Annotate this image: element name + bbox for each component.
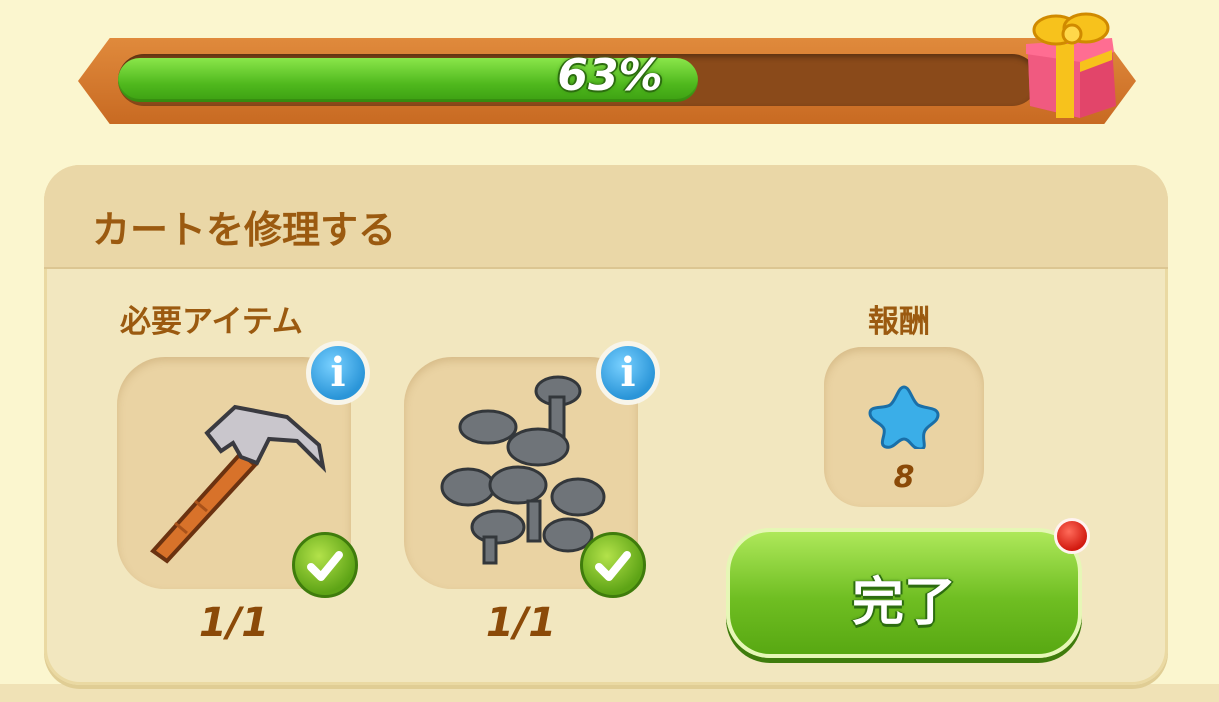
blue-star-icon [868,385,940,449]
notification-dot [1054,518,1090,554]
check-icon-screws [580,532,646,598]
bottom-strip [0,684,1219,702]
complete-button-label: 完了 [851,573,956,633]
item-count-screws: 1/1 [485,600,557,646]
required-items-label: 必要アイテム [120,304,303,340]
progress-percent: 63% [557,50,663,101]
check-icon-hammer [292,532,358,598]
info-button-hammer[interactable]: i [306,341,370,405]
panel-header: カートを修理する [44,165,1168,269]
reward-count: 8 [893,460,915,495]
panel-title: カートを修理する [92,208,397,252]
gift-box-icon[interactable] [1020,10,1120,120]
complete-button[interactable]: 完了 [726,528,1082,658]
info-button-screws[interactable]: i [596,341,660,405]
item-count-hammer: 1/1 [198,600,270,646]
reward-label: 報酬 [868,304,930,340]
